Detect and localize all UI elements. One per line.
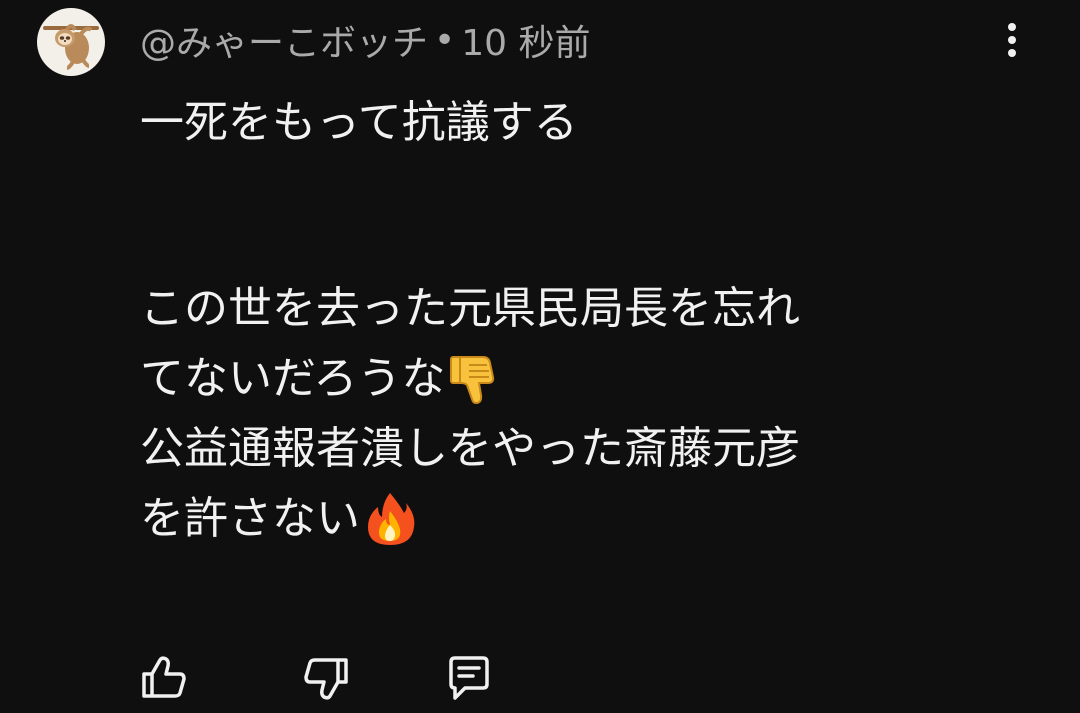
more-vert-icon — [1008, 23, 1016, 57]
comment-line-text: を許さない — [140, 493, 360, 544]
thumbs-up-icon — [142, 656, 186, 698]
comment-timestamp[interactable]: 10 秒前 — [461, 14, 590, 66]
comment-line: この世を去った元県民局長を忘れ — [140, 283, 800, 334]
comment-header: @みゃーこボッチ • 10 秒前 — [140, 14, 591, 66]
comment-body: 一死をもって抗議する この世を去った元県民局長を忘れ てないだろうな 公益通報者… — [140, 88, 1040, 554]
comment-line: 公益通報者潰しをやった斎藤元彦 — [140, 423, 800, 474]
more-options-button[interactable] — [990, 18, 1034, 62]
comment-thread-item: @みゃーこボッチ • 10 秒前 一死をもって抗議する この世を去った元県民局長… — [0, 0, 1080, 713]
comment-line: 一死をもって抗議する — [140, 97, 578, 148]
like-button[interactable] — [138, 652, 190, 704]
comment-icon — [449, 656, 489, 700]
comment-line-with-emoji: てないだろうな — [140, 344, 1040, 414]
comment-line-text: てないだろうな — [140, 353, 446, 404]
reply-button[interactable] — [443, 652, 495, 704]
header-separator: • — [434, 19, 456, 61]
comment-actions — [138, 652, 538, 704]
fire-emoji-icon — [368, 493, 415, 545]
dislike-button[interactable] — [300, 652, 352, 704]
author-name[interactable]: @みゃーこボッチ — [140, 14, 428, 66]
comment-line-with-emoji: を許さない — [140, 484, 1040, 554]
sloth-avatar-icon — [43, 24, 99, 70]
thumbs-down-icon — [304, 658, 348, 700]
avatar[interactable] — [37, 8, 105, 76]
thumbs-down-emoji-icon — [450, 356, 495, 405]
